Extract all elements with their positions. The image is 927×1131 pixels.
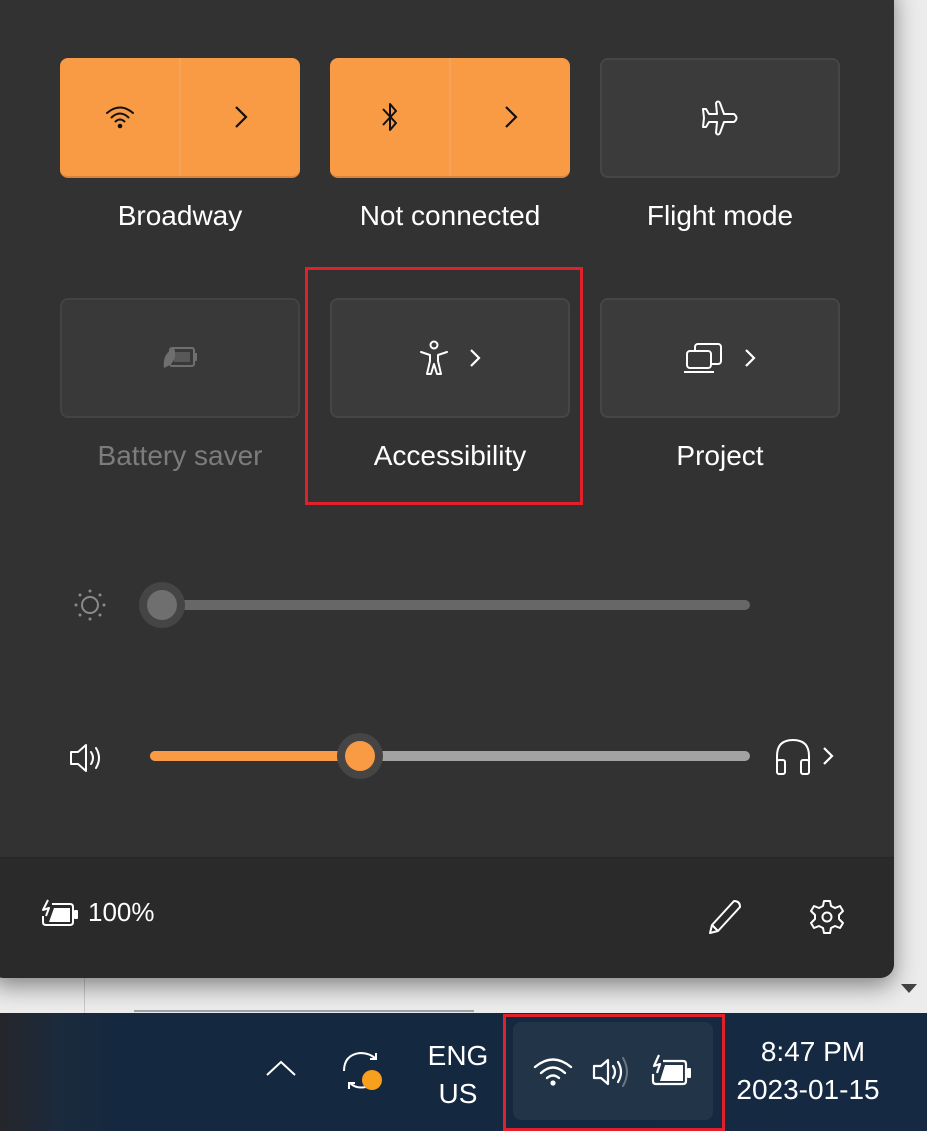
brightness-slider[interactable]	[139, 582, 750, 628]
brightness-track[interactable]	[150, 600, 750, 610]
volume-track-fill	[150, 751, 360, 761]
background-divider	[134, 1010, 474, 1012]
quick-settings-panel: Broadway Not connected Flight mode Batte…	[0, 0, 894, 978]
bluetooth-expand-button[interactable]	[451, 58, 570, 176]
flight-mode-tile[interactable]	[600, 58, 840, 178]
project-icon	[684, 343, 722, 373]
battery-saver-tile[interactable]	[60, 298, 300, 418]
chevron-right-icon	[745, 349, 756, 367]
wifi-tile	[60, 58, 300, 178]
wifi-label: Broadway	[117, 200, 243, 231]
highlight-box-accessibility	[305, 267, 583, 505]
highlight-box-system-tray	[503, 1014, 725, 1131]
chevron-up-icon[interactable]	[264, 1058, 298, 1078]
battery-charging-icon	[42, 899, 78, 926]
clock-button[interactable]: 8:47 PM 2023-01-15	[728, 1033, 888, 1109]
battery-status[interactable]: 100%	[40, 896, 155, 928]
brightness-icon	[74, 589, 106, 621]
chevron-right-icon	[823, 747, 834, 765]
project-tile[interactable]	[600, 298, 840, 418]
volume-slider[interactable]	[150, 733, 750, 779]
flight-mode-label: Flight mode	[646, 200, 794, 231]
language-indicator[interactable]: ENG US	[418, 1037, 498, 1113]
scroll-down-arrow-icon[interactable]	[901, 984, 917, 993]
battery-percent: 100%	[88, 896, 155, 927]
bluetooth-icon	[381, 103, 397, 131]
project-label: Project	[676, 440, 764, 471]
bluetooth-label: Not connected	[359, 200, 541, 231]
battery-saver-icon	[163, 347, 197, 368]
audio-output-button[interactable]	[774, 736, 834, 776]
battery-saver-label: Battery saver	[97, 440, 263, 471]
notification-dot	[362, 1070, 382, 1090]
gear-icon[interactable]	[808, 898, 846, 936]
region-code: US	[438, 1078, 478, 1109]
taskbar: ENG US 8:47 PM 2023-01-15	[0, 1013, 927, 1131]
language-code: ENG	[427, 1040, 489, 1071]
quick-settings-footer: 100%	[0, 857, 894, 978]
bluetooth-toggle-button[interactable]	[330, 58, 451, 176]
background-divider	[84, 975, 85, 1013]
headphones-icon	[776, 738, 810, 775]
clock-time: 8:47 PM	[760, 1036, 866, 1067]
wifi-toggle-button[interactable]	[60, 58, 181, 176]
airplane-icon	[702, 100, 738, 136]
chevron-right-icon	[234, 106, 248, 128]
chevron-right-icon	[504, 106, 518, 128]
sync-icon	[343, 1051, 382, 1090]
wifi-icon	[105, 106, 134, 129]
brightness-thumb[interactable]	[139, 582, 185, 628]
sync-button[interactable]	[338, 1047, 386, 1095]
speaker-icon[interactable]	[68, 740, 106, 776]
clock-date: 2023-01-15	[736, 1074, 880, 1105]
bluetooth-tile	[330, 58, 570, 178]
pencil-icon[interactable]	[706, 898, 744, 936]
volume-thumb[interactable]	[337, 733, 383, 779]
wifi-expand-button[interactable]	[181, 58, 300, 176]
